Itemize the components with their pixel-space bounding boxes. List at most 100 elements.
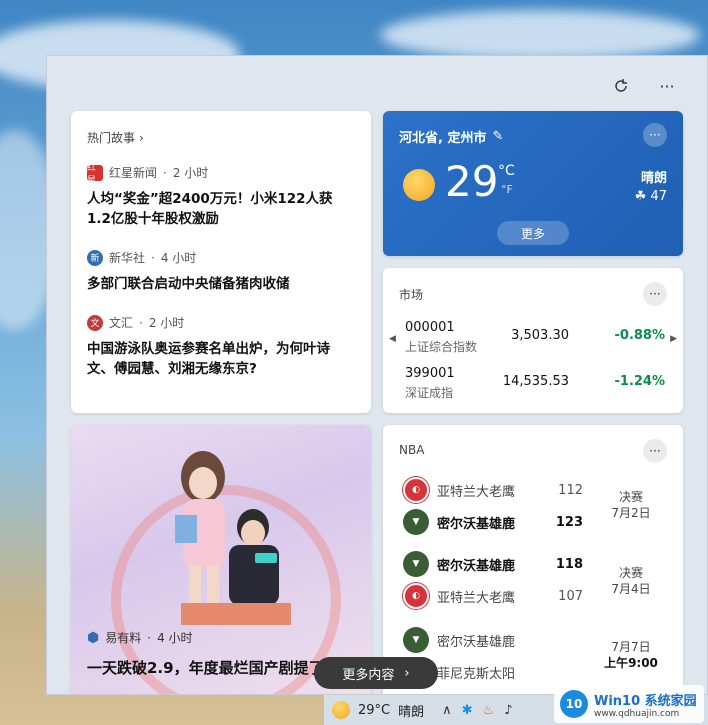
- taskbar-temp: 29°C: [358, 702, 391, 718]
- chevron-right-icon[interactable]: ▶: [670, 334, 677, 344]
- image-story-card[interactable]: ⬢ 易有料 · 4 小时 一天跌破2.9，年度最烂国产剧提了: [71, 425, 371, 694]
- team-row: ▼ 密尔沃基雄鹿: [403, 551, 515, 577]
- news-item[interactable]: 新 新华社 · 4 小时 多部门联合启动中央储备猪肉收储: [87, 249, 355, 294]
- cloud: [380, 10, 700, 60]
- hot-news-title-text: 热门故事: [87, 131, 136, 145]
- stock-code: 399001: [405, 366, 455, 381]
- game-date: 7月4日: [611, 582, 651, 596]
- nba-title: NBA: [399, 443, 425, 457]
- market-title: 市场: [399, 288, 424, 302]
- weather-location[interactable]: 河北省, 定州市 ✎: [399, 127, 503, 146]
- chevron-left-icon[interactable]: ◀: [389, 334, 396, 344]
- game-date: 7月7日: [611, 640, 651, 654]
- location-text: 河北省, 定州市: [399, 131, 487, 146]
- news-headline[interactable]: 多部门联合启动中央储备猪肉收储: [87, 274, 355, 294]
- market-row[interactable]: 399001 深证成指 14,535.53 -1.24%: [405, 366, 665, 406]
- news-item[interactable]: 红星 红星新闻 · 2 小时 人均“奖金”超2400万元！小米122人获1.2亿股十…: [87, 162, 355, 229]
- game-date: 7月2日: [611, 506, 651, 520]
- game-stage: 决赛: [618, 490, 643, 504]
- weather-more-button[interactable]: 更多: [497, 221, 569, 245]
- image-story-source: ⬢ 易有料 · 4 小时: [87, 629, 193, 646]
- more-content-label: 更多内容: [342, 667, 395, 683]
- team-name: 亚特兰大老鹰: [437, 590, 516, 606]
- source-logo-icon: 红星: [87, 163, 103, 186]
- weather-card[interactable]: 河北省, 定州市 ✎ ··· 29 °C °F 晴朗 ☘ 47 更多: [383, 111, 683, 256]
- bluetooth-icon[interactable]: ✱: [462, 703, 473, 718]
- hot-news-card: 热门故事 › 红星 红星新闻 · 2 小时 人均“奖金”超2400万元！小米122人…: [71, 111, 371, 413]
- news-source-name: 红星新闻: [109, 166, 158, 180]
- news-headline[interactable]: 中国游泳队奥运参赛名单出炉，为何叶诗文、傅园慧、刘湘无缘东京?: [87, 339, 355, 379]
- chevron-right-icon: ›: [404, 665, 410, 681]
- team-row: ▼ 密尔沃基雄鹿: [403, 627, 515, 653]
- stock-change: -0.88%: [614, 328, 666, 343]
- news-source-name: 文汇: [109, 316, 134, 330]
- team-score: 123: [555, 515, 583, 530]
- image-story-headline[interactable]: 一天跌破2.9，年度最烂国产剧提了: [87, 657, 347, 679]
- team-score: 107: [558, 589, 583, 604]
- ellipsis-icon[interactable]: ···: [655, 74, 679, 98]
- taskbar-weather-button[interactable]: 29°C 晴朗: [324, 701, 424, 720]
- chevron-right-icon: ›: [139, 130, 144, 145]
- team-name: 密尔沃基雄鹿: [437, 516, 516, 532]
- more-content-button[interactable]: 更多内容 ›: [314, 657, 438, 689]
- news-time: 2 小时: [172, 166, 209, 180]
- nba-card: NBA ··· ◐ 亚特兰大老鹰 112 ▼ 密尔沃基雄鹿 123 决赛 7月2日 ▼…: [383, 425, 683, 694]
- watermark-title: Win10 系统家园: [594, 693, 697, 709]
- tray-icons: ∧ ✱ ♨ ♪: [442, 703, 512, 718]
- nba-more-options-button[interactable]: ···: [643, 439, 667, 463]
- unit-fahrenheit[interactable]: °F: [501, 183, 513, 196]
- temperature: 29: [445, 157, 499, 206]
- sun-icon: [403, 169, 435, 201]
- site-watermark: 10 Win10 系统家园 www.qdhuajin.com: [554, 685, 704, 723]
- unit-celsius[interactable]: °C: [498, 163, 515, 179]
- weather-more-options-button[interactable]: ···: [643, 123, 667, 147]
- bucks-logo-icon: ▼: [403, 551, 429, 577]
- chevron-up-icon[interactable]: ∧: [442, 703, 452, 718]
- stock-name: 深证成指: [405, 386, 454, 400]
- hawks-logo-icon: ◐: [403, 477, 429, 503]
- image-story-source-name: 易有料: [105, 631, 142, 645]
- game-stage: 决赛: [618, 566, 643, 580]
- panel-toolbar: ···: [609, 74, 679, 98]
- refresh-icon[interactable]: [609, 74, 633, 98]
- weather-condition: 晴朗: [640, 171, 667, 186]
- stock-value: 14,535.53: [502, 374, 569, 389]
- flame-icon[interactable]: ♨: [483, 703, 495, 718]
- pencil-icon[interactable]: ✎: [492, 129, 503, 144]
- watermark-url: www.qdhuajin.com: [594, 708, 680, 719]
- aqi-value: 47: [650, 189, 667, 204]
- team-row: ◐ 亚特兰大老鹰: [403, 477, 515, 503]
- bucks-logo-icon: ▼: [403, 509, 429, 535]
- team-score: 112: [558, 483, 583, 498]
- stock-name: 上证综合指数: [405, 340, 478, 354]
- market-row[interactable]: 000001 上证综合指数 3,503.30 -0.88%: [405, 320, 665, 360]
- game-info: 决赛 7月4日: [601, 565, 661, 597]
- team-score: 118: [555, 557, 583, 572]
- leaf-icon: ☘: [634, 189, 647, 204]
- market-card: 市场 ··· ◀ ▶ 000001 上证综合指数 3,503.30 -0.88%…: [383, 268, 683, 413]
- stock-value: 3,503.30: [511, 328, 569, 343]
- market-more-options-button[interactable]: ···: [643, 282, 667, 306]
- hot-news-title[interactable]: 热门故事 ›: [87, 129, 355, 146]
- team-name: 密尔沃基雄鹿: [437, 558, 516, 574]
- team-name: 密尔沃基雄鹿: [437, 634, 516, 650]
- news-headline[interactable]: 人均“奖金”超2400万元！小米122人获1.2亿股十年股权激励: [87, 189, 355, 229]
- hexagon-logo-icon: ⬢: [87, 629, 100, 646]
- sun-icon: [332, 701, 350, 719]
- news-source: 红星 红星新闻 · 2 小时: [87, 162, 209, 186]
- team-row: ◐ 亚特兰大老鹰: [403, 583, 515, 609]
- game-info: 决赛 7月2日: [601, 489, 661, 521]
- news-item[interactable]: 文 文汇 · 2 小时 中国游泳队奥运参赛名单出炉，为何叶诗文、傅园慧、刘湘无缘东京…: [87, 314, 355, 379]
- win10-logo-icon: 10: [560, 690, 588, 718]
- team-name: 亚特兰大老鹰: [437, 484, 516, 500]
- news-source: 新 新华社 · 4 小时: [87, 249, 355, 266]
- people-illustration: [175, 451, 291, 625]
- speaker-icon[interactable]: ♪: [504, 703, 512, 718]
- source-logo-icon: 文: [87, 314, 103, 331]
- taskbar-condition: 晴朗: [398, 704, 425, 720]
- air-quality: ☘ 47: [635, 189, 667, 204]
- game-time: 上午9:00: [604, 656, 658, 670]
- team-row: ▼ 密尔沃基雄鹿: [403, 509, 515, 535]
- stock-change: -1.24%: [614, 374, 666, 389]
- bucks-logo-icon: ▼: [403, 627, 429, 653]
